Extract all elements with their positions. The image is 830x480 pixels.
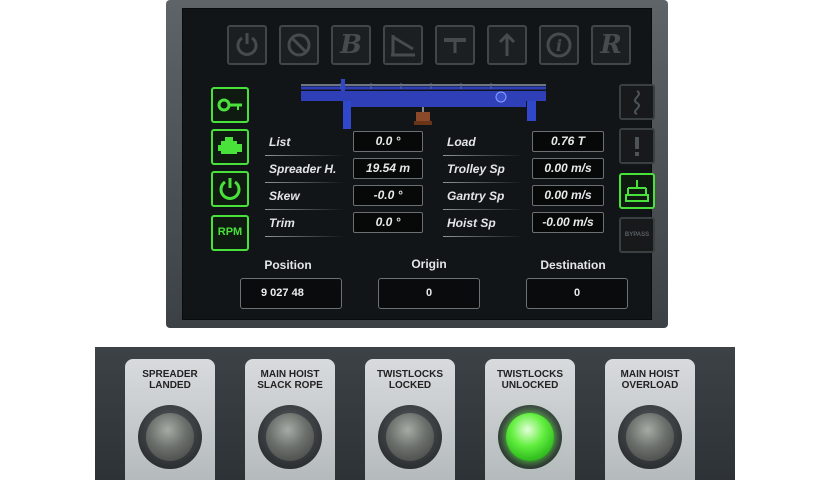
trim-label: Trim <box>269 216 295 230</box>
power-icon[interactable] <box>227 25 267 65</box>
gantry-speed-value: 0.00 m/s <box>532 185 604 206</box>
power-icon <box>219 178 241 200</box>
origin-label: Origin <box>411 257 447 271</box>
indicator-label-line1: TWISTLOCKS <box>496 369 564 380</box>
indicator-label: MAIN HOIST SLACK ROPE <box>245 369 335 391</box>
indicator-label-line1: TWISTLOCKS <box>376 369 444 380</box>
lamp-bezel <box>618 405 682 469</box>
spreader-button[interactable] <box>619 173 655 209</box>
spreader-height-label: Spreader H. <box>269 162 337 176</box>
indicator-lamp <box>146 413 194 461</box>
lamp-bezel <box>258 405 322 469</box>
crane-display-panel: B i R RPM BYPASS List 0.0 ° Spreader H. … <box>166 0 668 328</box>
spreader-height-value: 19.54 m <box>353 158 423 179</box>
prohibit-icon[interactable] <box>279 25 319 65</box>
rpm-button[interactable]: RPM <box>211 215 249 251</box>
trolley-icon[interactable] <box>435 25 475 65</box>
destination-label: Destination <box>540 258 606 272</box>
readout-divider <box>443 209 523 210</box>
load-value: 0.76 T <box>532 131 604 152</box>
lamp-bezel <box>378 405 442 469</box>
twistlocks-unlocked-indicator: TWISTLOCKS UNLOCKED <box>485 359 575 480</box>
trolley-speed-value: 0.00 m/s <box>532 158 604 179</box>
lamp-bezel <box>138 405 202 469</box>
spreader-icon <box>625 180 649 202</box>
load-label: Load <box>447 135 476 149</box>
info-icon-glyph: i <box>556 36 562 55</box>
warning-icon <box>635 137 639 156</box>
lamp-bezel <box>498 405 562 469</box>
display-screen: B i R RPM BYPASS List 0.0 ° Spreader H. … <box>182 8 655 320</box>
indicator-label-line2: LOCKED <box>388 380 432 391</box>
indicator-label-line1: SPREADER <box>142 369 198 380</box>
readout-divider <box>265 236 345 237</box>
hoist-speed-label: Hoist Sp <box>447 216 496 230</box>
readout-divider <box>443 182 523 183</box>
readout-divider <box>443 236 523 237</box>
warning-button[interactable] <box>619 128 655 164</box>
info-icon[interactable]: i <box>539 25 579 65</box>
wave-button[interactable] <box>619 84 655 120</box>
position-label: Position <box>264 258 312 272</box>
position-value: 9 027 48 <box>240 278 342 309</box>
readout-divider <box>265 209 345 210</box>
trim-value: 0.0 ° <box>353 212 423 233</box>
skew-label: Skew <box>269 189 300 203</box>
indicator-lamp <box>626 413 674 461</box>
list-value: 0.0 ° <box>353 131 423 152</box>
skew-value: -0.0 ° <box>353 185 423 206</box>
indicator-label-line1: MAIN HOIST <box>620 369 680 380</box>
readout-divider <box>265 182 345 183</box>
bypass-button[interactable]: BYPASS <box>619 217 655 253</box>
b-icon[interactable]: B <box>331 25 371 65</box>
boom-icon[interactable] <box>383 25 423 65</box>
readout-divider <box>265 155 345 156</box>
indicator-label-line2: UNLOCKED <box>501 380 559 391</box>
trolley-speed-label: Trolley Sp <box>447 162 505 176</box>
key-button[interactable] <box>211 87 249 123</box>
indicator-lamp <box>506 413 554 461</box>
power-button[interactable] <box>211 171 249 207</box>
indicator-label-line1: MAIN HOIST <box>260 369 320 380</box>
rpm-icon: RPM <box>217 226 243 238</box>
indicator-label-line2: OVERLOAD <box>621 380 679 391</box>
origin-value[interactable]: 0 <box>378 278 480 309</box>
indicator-label-line2: SLACK ROPE <box>257 380 323 391</box>
key-icon <box>217 98 242 112</box>
indicator-lamp-panel: SPREADER LANDED MAIN HOIST SLACK ROPE TW… <box>95 347 735 480</box>
up-arrow-icon[interactable] <box>487 25 527 65</box>
list-label: List <box>269 135 291 149</box>
indicator-label: TWISTLOCKS UNLOCKED <box>485 369 575 391</box>
main-hoist-overload-indicator: MAIN HOIST OVERLOAD <box>605 359 695 480</box>
wave-icon <box>634 90 640 115</box>
mode-icon-bar: B i R <box>227 25 647 67</box>
engine-button[interactable] <box>211 129 249 165</box>
spreader-landed-indicator: SPREADER LANDED <box>125 359 215 480</box>
indicator-label: TWISTLOCKS LOCKED <box>365 369 455 391</box>
hoist-speed-value: -0.00 m/s <box>532 212 604 233</box>
twistlocks-locked-indicator: TWISTLOCKS LOCKED <box>365 359 455 480</box>
indicator-label: SPREADER LANDED <box>125 369 215 391</box>
readout-divider <box>443 155 523 156</box>
crane-diagram <box>301 79 546 129</box>
destination-value[interactable]: 0 <box>526 278 628 309</box>
indicator-label-line2: LANDED <box>149 380 191 391</box>
indicator-lamp <box>266 413 314 461</box>
indicator-label: MAIN HOIST OVERLOAD <box>605 369 695 391</box>
r-icon[interactable]: R <box>591 25 631 65</box>
main-hoist-slack-rope-indicator: MAIN HOIST SLACK ROPE <box>245 359 335 480</box>
gantry-speed-label: Gantry Sp <box>447 189 505 203</box>
indicator-lamp <box>386 413 434 461</box>
engine-icon <box>218 137 242 154</box>
